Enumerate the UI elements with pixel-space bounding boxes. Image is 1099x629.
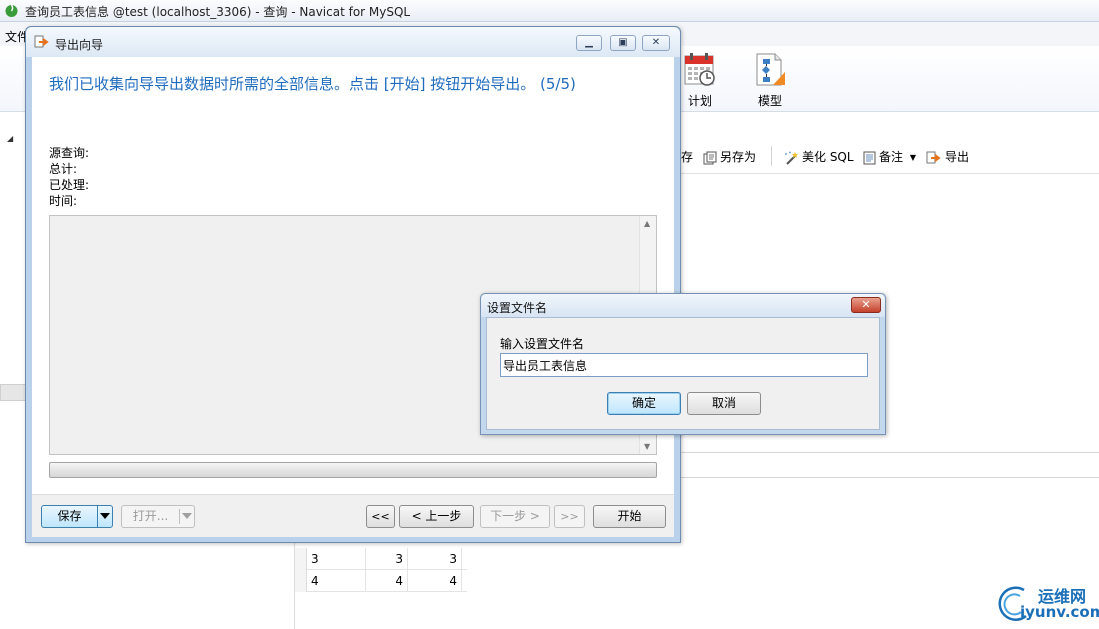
info-processed: 已处理:: [49, 178, 90, 192]
close-button[interactable]: ✕: [642, 35, 670, 51]
save-button-label: 保存: [57, 509, 82, 523]
split-divider: [97, 506, 98, 527]
magic-wand-icon: [785, 151, 798, 165]
grid-cell[interactable]: 4: [307, 570, 366, 592]
watermark: 运维网 iyunv.com: [994, 580, 1099, 629]
watermark-en: iyunv.com: [1020, 603, 1099, 621]
wizard-heading: 我们已收集向导导出数据时所需的全部信息。点击 [开始] 按钮开始导出。 (5/5…: [49, 75, 576, 93]
previous-step-button[interactable]: < 上一步: [399, 505, 474, 528]
export-arrow-icon: [34, 35, 49, 48]
dropdown-arrow-icon[interactable]: [100, 513, 110, 519]
editor-status-strip: [681, 452, 1099, 478]
grid-cell[interactable]: 3: [408, 548, 462, 570]
navigation-pane: [0, 112, 26, 532]
export-button[interactable]: 导出: [926, 148, 969, 165]
info-total: 总计:: [49, 162, 78, 176]
first-step-button[interactable]: <<: [366, 505, 395, 528]
save-as-label: 另存为: [720, 150, 757, 164]
minimize-button[interactable]: ▁: [576, 35, 602, 51]
tree-collapse-icon[interactable]: ◢: [7, 134, 13, 143]
last-step-button[interactable]: >>: [554, 505, 585, 528]
navicat-leaf-icon: [5, 4, 18, 17]
grid-cell[interactable]: 3: [307, 548, 366, 570]
minimize-icon: ▁: [585, 37, 593, 48]
navigation-scrollbar[interactable]: [0, 384, 26, 401]
dropdown-arrow-icon[interactable]: [182, 513, 192, 519]
grid-cell[interactable]: 4: [366, 570, 408, 592]
toolbar-model-button[interactable]: 模型: [746, 52, 794, 110]
comment-button[interactable]: 备注 ▼: [863, 148, 916, 165]
close-icon: ✕: [651, 37, 661, 48]
row-indicator[interactable]: [295, 548, 307, 570]
wizard-title: 导出向导: [55, 38, 104, 52]
toolbar-model-label: 模型: [757, 94, 782, 108]
export-arrow-icon: [926, 151, 941, 163]
beautify-sql-button[interactable]: 美化 SQL: [783, 148, 854, 165]
split-divider: [179, 509, 180, 524]
scroll-up-icon[interactable]: ▲: [644, 219, 650, 228]
grid-cell[interactable]: 3: [366, 548, 408, 570]
open-split-button[interactable]: 打开...: [121, 505, 195, 528]
export-progress-bar: [49, 462, 657, 478]
filename-input[interactable]: [500, 353, 868, 377]
table-row[interactable]: 3 3 3: [295, 548, 467, 570]
ok-button[interactable]: 确定: [607, 392, 681, 415]
filename-body: 输入设置文件名 确定 取消: [486, 317, 880, 430]
model-diagram-icon: [756, 53, 785, 86]
start-button[interactable]: 开始: [593, 505, 666, 528]
maximize-icon: ▣: [618, 37, 628, 48]
toolbar-separator: [771, 146, 772, 166]
beautify-sql-label: 美化 SQL: [802, 150, 854, 164]
filename-dialog-title: 设置文件名: [487, 301, 548, 315]
save-button[interactable]: 存: [681, 148, 693, 165]
calendar-icon: [684, 53, 715, 86]
close-icon: ✕: [861, 298, 871, 311]
next-step-button[interactable]: 下一步 >: [480, 505, 550, 528]
info-source-query: 源查询:: [49, 146, 90, 160]
maximize-button[interactable]: ▣: [610, 35, 636, 51]
filename-label: 输入设置文件名: [500, 337, 585, 351]
app-titlebar: 查询员工表信息 @test (localhost_3306) - 查询 - Na…: [0, 0, 1099, 22]
export-wizard-dialog: 导出向导 ▁ ▣ ✕ 我们已收集向导导出数据时所需的全部信息。点击 [开始] 按…: [25, 26, 681, 543]
comment-label: 备注: [879, 150, 904, 164]
toolbar-plan-label: 计划: [687, 94, 712, 108]
open-button-label: 打开...: [132, 509, 169, 523]
grid-cell[interactable]: 4: [408, 570, 462, 592]
app-title: 查询员工表信息 @test (localhost_3306) - 查询 - Na…: [25, 5, 411, 19]
query-toolbar: 存 另存为 美化 SQL 备注 ▼ 导出: [681, 142, 1099, 170]
wizard-titlebar[interactable]: 导出向导 ▁ ▣ ✕: [26, 27, 680, 57]
filename-titlebar[interactable]: 设置文件名 ✕: [481, 294, 885, 317]
close-button[interactable]: ✕: [851, 297, 881, 313]
save-as-button[interactable]: 另存为: [703, 148, 756, 165]
comment-dropdown-icon[interactable]: ▼: [910, 153, 916, 162]
cancel-button[interactable]: 取消: [687, 392, 761, 415]
row-indicator[interactable]: [295, 570, 307, 592]
wizard-footer: 保存 打开... << < 上一步 下一步 > >> 开始: [32, 494, 674, 537]
comment-doc-icon: [863, 151, 876, 164]
info-time: 时间:: [49, 194, 78, 208]
export-label: 导出: [945, 150, 970, 164]
save-as-icon: [703, 151, 717, 164]
set-filename-dialog: 设置文件名 ✕ 输入设置文件名 确定 取消: [480, 293, 886, 435]
result-grid: 3 3 3 4 4 4: [295, 545, 467, 629]
scroll-down-icon[interactable]: ▼: [644, 442, 650, 451]
table-row[interactable]: 4 4 4: [295, 570, 467, 592]
save-split-button[interactable]: 保存: [41, 505, 113, 528]
toolbar-plan-button[interactable]: 计划: [676, 52, 724, 110]
